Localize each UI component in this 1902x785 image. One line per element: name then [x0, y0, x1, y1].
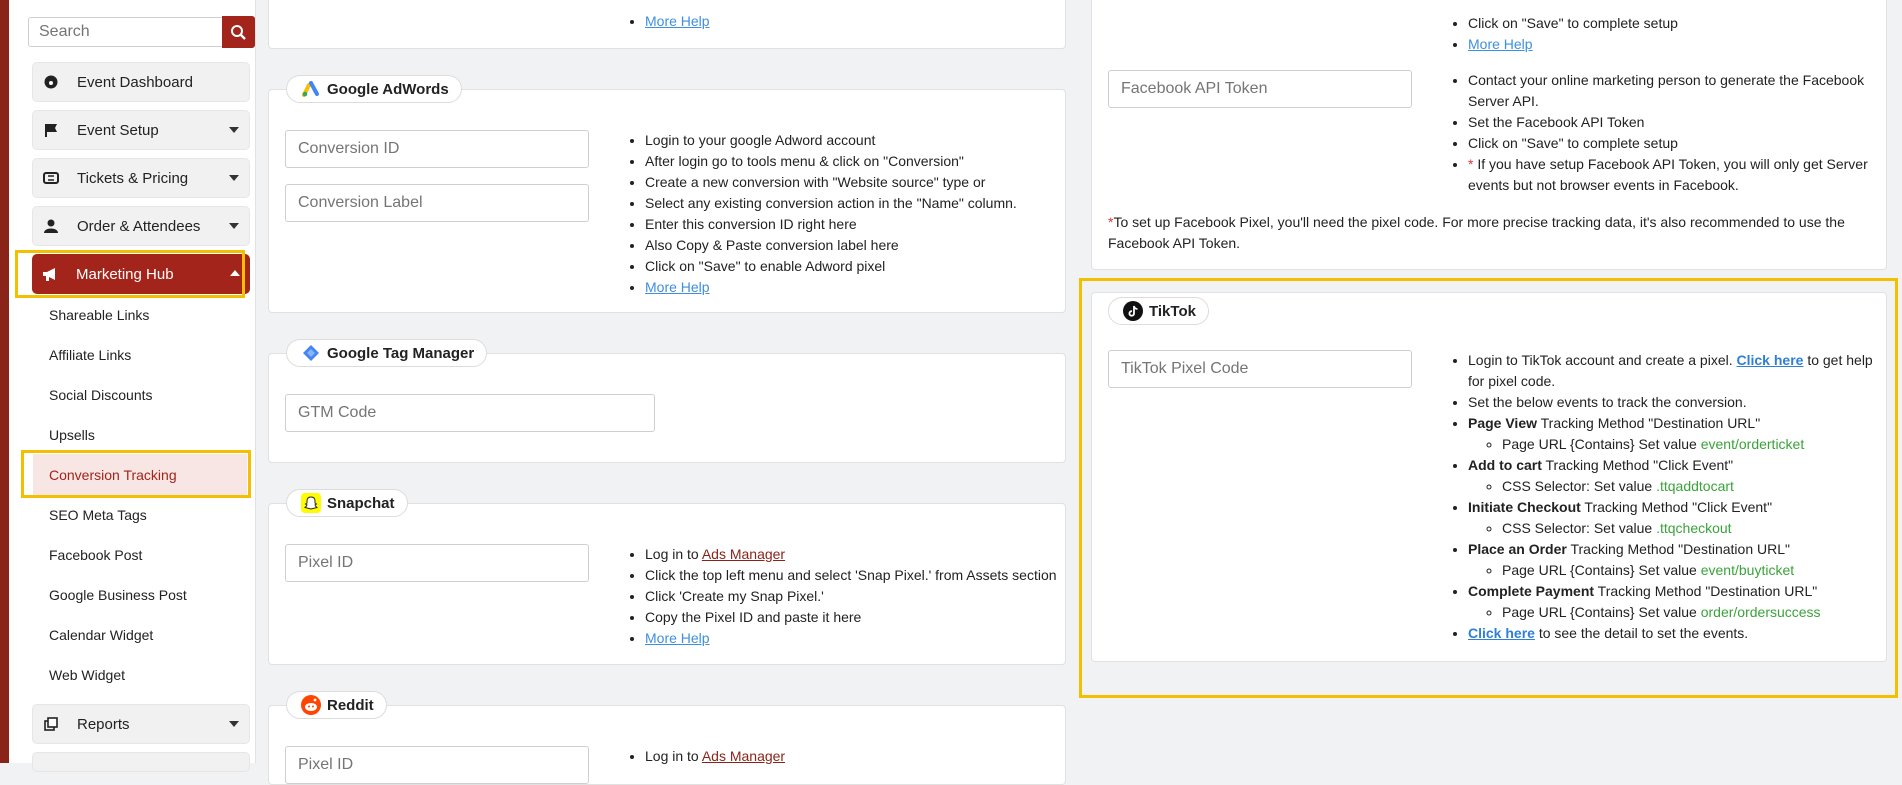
help-item: More Help [645, 11, 710, 32]
facebook-note: *To set up Facebook Pixel, you'll need t… [1108, 212, 1878, 254]
section-title-text: Reddit [327, 696, 374, 714]
ads-manager-link[interactable]: Ads Manager [702, 748, 785, 764]
help-item: Enter this conversion ID right here [645, 214, 1017, 235]
nav-tickets-pricing[interactable]: Tickets & Pricing [32, 158, 250, 198]
adwords-section-title: Google AdWords [286, 75, 462, 103]
help-item: Also Copy & Paste conversion label here [645, 235, 1017, 256]
snapchat-pixel-id-input[interactable] [285, 544, 589, 582]
help-list: More Help [627, 11, 710, 32]
help-item: Copy the Pixel ID and paste it here [645, 607, 1057, 628]
help-item: Click on "Save" to complete setup [1468, 133, 1873, 154]
nav-label: Reports [77, 715, 130, 733]
help-text: Log in to [645, 748, 702, 764]
card-reddit: Log in to Ads Manager [268, 705, 1066, 785]
sub-facebook-post[interactable]: Facebook Post [49, 547, 142, 563]
nav-event-setup[interactable]: Event Setup [32, 110, 250, 150]
search-button[interactable] [222, 16, 255, 48]
help-item: Log in to Ads Manager [645, 544, 1057, 565]
help-item: * If you have setup Facebook API Token, … [1468, 154, 1873, 196]
sub-seo-meta-tags[interactable]: SEO Meta Tags [49, 507, 147, 523]
app-edge-bar [0, 0, 9, 763]
adwords-help-list: Login to your google Adword account Afte… [627, 130, 1017, 298]
sub-affiliate-links[interactable]: Affiliate Links [49, 347, 131, 363]
facebook-api-help-list: Contact your online marketing person to … [1450, 70, 1873, 196]
gtm-section-title: Google Tag Manager [286, 339, 488, 367]
nav-reports[interactable]: Reports [32, 704, 250, 744]
google-adwords-icon [301, 79, 321, 99]
flag-icon [43, 122, 59, 138]
more-help-link[interactable]: More Help [645, 13, 710, 29]
card-previous: More Help [268, 0, 1066, 49]
copy-icon [43, 716, 59, 732]
nav-next-item[interactable] [32, 752, 250, 772]
help-item: Contact your online marketing person to … [1468, 70, 1873, 112]
snapchat-section-title: Snapchat [286, 489, 408, 517]
note-text: To set up Facebook Pixel, you'll need th… [1108, 214, 1845, 251]
reddit-icon [301, 695, 321, 715]
section-title-text: Snapchat [327, 494, 395, 512]
chevron-down-icon [229, 721, 239, 727]
nav-event-dashboard[interactable]: Event Dashboard [32, 62, 250, 102]
more-help-link[interactable]: More Help [645, 279, 710, 295]
help-item: After login go to tools menu & click on … [645, 151, 1017, 172]
gtm-code-input[interactable] [285, 394, 655, 432]
highlight-frame [15, 250, 245, 298]
nav-label: Event Dashboard [77, 73, 193, 91]
help-text: If you have setup Facebook API Token, yo… [1468, 156, 1868, 193]
facebook-help-list-top: Click on "Save" to complete setup More H… [1450, 13, 1678, 55]
help-item: Login to your google Adword account [645, 130, 1017, 151]
card-google-tag-manager [268, 353, 1066, 463]
sub-google-business-post[interactable]: Google Business Post [49, 587, 187, 603]
sub-social-discounts[interactable]: Social Discounts [49, 387, 153, 403]
help-item: Click the top left menu and select 'Snap… [645, 565, 1057, 586]
ticket-icon [43, 170, 59, 186]
help-item: More Help [1468, 34, 1678, 55]
sub-upsells[interactable]: Upsells [49, 427, 95, 443]
search-input[interactable] [28, 17, 223, 47]
sidebar: Event Dashboard Event Setup Tickets & Pr… [9, 0, 256, 772]
card-snapchat: Log in to Ads Manager Click the top left… [268, 503, 1066, 665]
conversion-id-input[interactable] [285, 130, 589, 168]
section-title-text: Google Tag Manager [327, 344, 475, 362]
section-title-text: Google AdWords [327, 80, 449, 98]
user-icon [43, 218, 59, 234]
sub-calendar-widget[interactable]: Calendar Widget [49, 627, 153, 643]
highlight-frame [1079, 278, 1898, 698]
more-help-link[interactable]: More Help [1468, 36, 1533, 52]
sub-web-widget[interactable]: Web Widget [49, 667, 125, 683]
help-text: Log in to [645, 546, 702, 562]
nav-label: Order & Attendees [77, 217, 201, 235]
highlight-frame [21, 450, 251, 498]
reddit-pixel-id-input[interactable] [285, 746, 589, 784]
reddit-help-list: Log in to Ads Manager [627, 746, 785, 767]
help-item: More Help [645, 277, 1017, 298]
facebook-api-token-input[interactable] [1108, 70, 1412, 108]
nav-order-attendees[interactable]: Order & Attendees [32, 206, 250, 246]
help-item: Create a new conversion with "Website so… [645, 172, 1017, 193]
chevron-down-icon [229, 127, 239, 133]
nav-label: Tickets & Pricing [77, 169, 189, 187]
card-google-adwords: Login to your google Adword account Afte… [268, 89, 1066, 313]
help-item: Click on "Save" to complete setup [1468, 13, 1678, 34]
conversion-label-input[interactable] [285, 184, 589, 222]
search-icon [231, 25, 246, 40]
ads-manager-link[interactable]: Ads Manager [702, 546, 785, 562]
help-item: More Help [645, 628, 1057, 649]
sub-shareable-links[interactable]: Shareable Links [49, 307, 149, 323]
google-tag-manager-icon [301, 343, 321, 363]
help-item: Set the Facebook API Token [1468, 112, 1873, 133]
help-item: Select any existing conversion action in… [645, 193, 1017, 214]
help-item: Click 'Create my Snap Pixel.' [645, 586, 1057, 607]
snapchat-help-list: Log in to Ads Manager Click the top left… [627, 544, 1057, 649]
chevron-down-icon [229, 175, 239, 181]
nav-label: Event Setup [77, 121, 159, 139]
dashboard-icon [43, 74, 59, 90]
card-facebook: Click on "Save" to complete setup More H… [1091, 0, 1887, 270]
help-item: Click on "Save" to enable Adword pixel [645, 256, 1017, 277]
more-help-link[interactable]: More Help [645, 630, 710, 646]
chevron-down-icon [229, 223, 239, 229]
snapchat-icon [301, 493, 321, 513]
help-item: Log in to Ads Manager [645, 746, 785, 767]
reddit-section-title: Reddit [286, 691, 387, 719]
